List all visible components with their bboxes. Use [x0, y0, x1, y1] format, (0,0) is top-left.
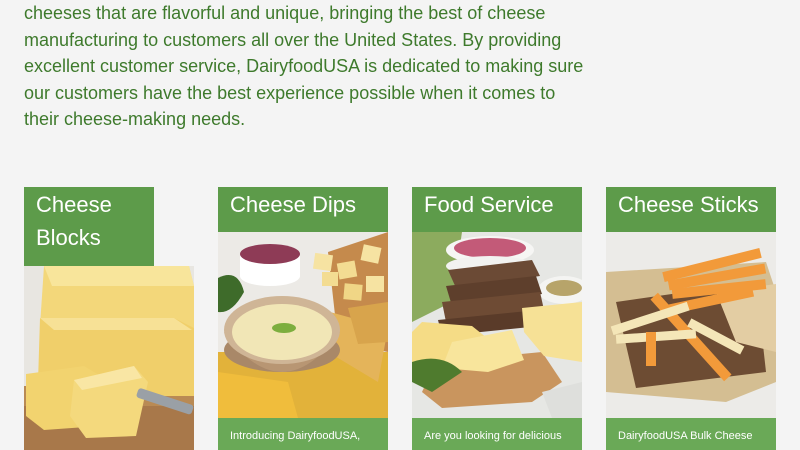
- card-title[interactable]: Cheese Blocks: [24, 187, 154, 266]
- card-cheese-blocks[interactable]: Cheese Blocks: [24, 187, 194, 450]
- card-title[interactable]: Food Service: [412, 187, 582, 232]
- food-service-image: [412, 232, 582, 418]
- card-food-service[interactable]: Food Service Are you looking for delicio…: [412, 187, 582, 450]
- cheese-sticks-image: [606, 232, 776, 418]
- card-teaser: Are you looking for delicious: [412, 418, 582, 450]
- card-cheese-dips[interactable]: Cheese Dips Introducing DairyfoodUSA,: [218, 187, 388, 450]
- cheese-blocks-image: [24, 266, 194, 450]
- intro-paragraph: cheeses that are flavorful and unique, b…: [24, 3, 584, 130]
- card-title[interactable]: Cheese Dips: [218, 187, 388, 232]
- cheese-dips-image: [218, 232, 388, 418]
- card-cheese-sticks[interactable]: Cheese Sticks DairyfoodUSA Bulk Cheese: [606, 187, 776, 450]
- card-title[interactable]: Cheese Sticks: [606, 187, 776, 232]
- card-teaser: Introducing DairyfoodUSA,: [218, 418, 388, 450]
- card-teaser: DairyfoodUSA Bulk Cheese: [606, 418, 776, 450]
